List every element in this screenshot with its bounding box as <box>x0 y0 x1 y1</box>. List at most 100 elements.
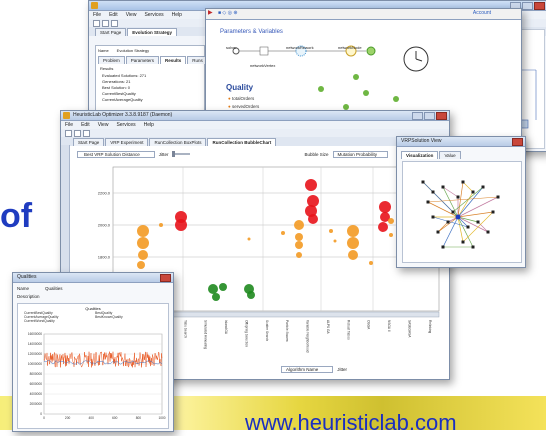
bubble[interactable] <box>379 201 391 213</box>
tab-bubblechart[interactable]: RunCollection BubbleChart <box>207 138 277 146</box>
customer-node[interactable] <box>471 245 475 249</box>
customer-node[interactable] <box>441 185 445 189</box>
y-axis-dropdown[interactable]: Algorithm Name <box>281 366 334 373</box>
tab-results[interactable]: Results <box>160 56 187 64</box>
tab-evolution-strategy[interactable]: Evolution Strategy <box>127 28 178 36</box>
menu-file[interactable]: File <box>65 121 73 129</box>
customer-node[interactable] <box>476 220 480 224</box>
bubble[interactable] <box>348 250 358 260</box>
bubble[interactable] <box>347 237 359 249</box>
new-icon[interactable] <box>65 129 72 137</box>
customer-node[interactable] <box>436 230 440 234</box>
customer-node[interactable] <box>461 180 465 184</box>
menu-edit[interactable]: Edit <box>109 11 118 19</box>
save-icon[interactable] <box>111 19 118 27</box>
customer-node[interactable] <box>446 220 450 224</box>
x-tick-label: Island GA <box>224 320 228 335</box>
tab-vrp-experiment[interactable]: VRP Experiment <box>105 138 149 146</box>
menu-file[interactable]: File <box>93 11 101 19</box>
close-button[interactable] <box>160 274 171 282</box>
tab-parameters[interactable]: Parameters <box>125 56 160 64</box>
bubble[interactable] <box>333 239 337 243</box>
bubble[interactable] <box>137 225 149 237</box>
customer-node[interactable] <box>466 225 470 229</box>
customer-node[interactable] <box>431 190 435 194</box>
menu-services[interactable]: Services <box>144 11 163 19</box>
maximize-button[interactable] <box>522 2 533 10</box>
menu-view[interactable]: View <box>126 11 137 19</box>
bubble[interactable] <box>329 229 333 233</box>
bubble[interactable] <box>369 261 373 265</box>
customer-node[interactable] <box>491 210 495 214</box>
run-icon[interactable]: ▶ <box>208 10 213 16</box>
maximize-button[interactable] <box>424 112 435 120</box>
open-icon[interactable] <box>102 19 109 27</box>
bubble[interactable] <box>281 231 285 235</box>
bubble[interactable] <box>295 241 303 249</box>
save-icon[interactable] <box>83 129 90 137</box>
menu-edit[interactable]: Edit <box>81 121 90 129</box>
minimize-button[interactable] <box>412 112 423 120</box>
node-network-node[interactable]: networkNode <box>338 45 362 50</box>
account-link[interactable]: Account <box>473 9 491 18</box>
customer-node[interactable] <box>426 200 430 204</box>
tab-start-page[interactable]: Start Page <box>95 28 127 36</box>
new-icon[interactable] <box>93 19 100 27</box>
depot-node[interactable] <box>455 214 461 220</box>
bubble[interactable] <box>212 293 220 301</box>
bubble[interactable] <box>138 250 148 260</box>
vrp-map[interactable] <box>402 161 522 263</box>
bubble[interactable] <box>388 218 394 224</box>
bubble-size-dropdown[interactable]: Mutation Probability <box>332 150 389 158</box>
bubble[interactable] <box>159 223 163 227</box>
node-network-vertex[interactable]: networkVertex <box>250 63 275 68</box>
customer-node[interactable] <box>486 230 490 234</box>
tab-visualization[interactable]: Visualization <box>401 151 439 159</box>
jitter-slider[interactable] <box>172 151 191 157</box>
bubble[interactable] <box>308 214 318 224</box>
bubble[interactable] <box>247 291 255 299</box>
bubble[interactable] <box>295 233 303 241</box>
tab-start-page[interactable]: Start Page <box>73 138 105 146</box>
bubble[interactable] <box>175 219 187 231</box>
customer-node[interactable] <box>481 185 485 189</box>
bubble[interactable] <box>208 284 218 294</box>
bubble[interactable] <box>305 179 317 191</box>
customer-node[interactable] <box>456 195 460 199</box>
bubble[interactable] <box>389 233 393 237</box>
menu-help[interactable]: Help <box>144 121 154 129</box>
bubble[interactable] <box>307 195 319 207</box>
bubble[interactable] <box>219 283 227 291</box>
customer-node[interactable] <box>451 210 455 214</box>
bubble[interactable] <box>294 220 304 230</box>
bubble[interactable] <box>347 225 359 237</box>
bubble[interactable] <box>378 222 388 232</box>
node-solver[interactable]: solver <box>226 45 237 50</box>
slider-thumb[interactable] <box>172 151 176 157</box>
bubble[interactable] <box>137 261 145 269</box>
customer-node[interactable] <box>471 190 475 194</box>
menu-help[interactable]: Help <box>172 11 182 19</box>
toolbar-icons[interactable]: ■ ◇ ◎ ⊕ <box>218 10 238 16</box>
quality-item[interactable]: ● totalOrders <box>228 95 259 103</box>
menu-services[interactable]: Services <box>116 121 135 129</box>
customer-node[interactable] <box>496 195 500 199</box>
x-axis-dropdown[interactable]: Best VRP Solution Distance <box>77 150 155 158</box>
menu-view[interactable]: View <box>98 121 109 129</box>
node-network-rework[interactable]: networkRework <box>286 45 314 50</box>
result-item[interactable]: CurrentAverageQuality <box>102 97 198 103</box>
customer-node[interactable] <box>431 215 435 219</box>
tab-problem[interactable]: Problem <box>98 56 125 64</box>
bubble[interactable] <box>247 237 251 241</box>
tab-value[interactable]: Value <box>439 151 461 159</box>
open-icon[interactable] <box>74 129 81 137</box>
customer-node[interactable] <box>461 240 465 244</box>
close-button[interactable] <box>512 138 523 146</box>
customer-node[interactable] <box>421 180 425 184</box>
close-button[interactable] <box>534 2 545 10</box>
bubble[interactable] <box>137 237 149 249</box>
close-button[interactable] <box>436 112 447 120</box>
customer-node[interactable] <box>441 245 445 249</box>
bubble[interactable] <box>296 252 302 258</box>
tab-boxplots[interactable]: RunCollection BoxPlots <box>149 138 207 146</box>
